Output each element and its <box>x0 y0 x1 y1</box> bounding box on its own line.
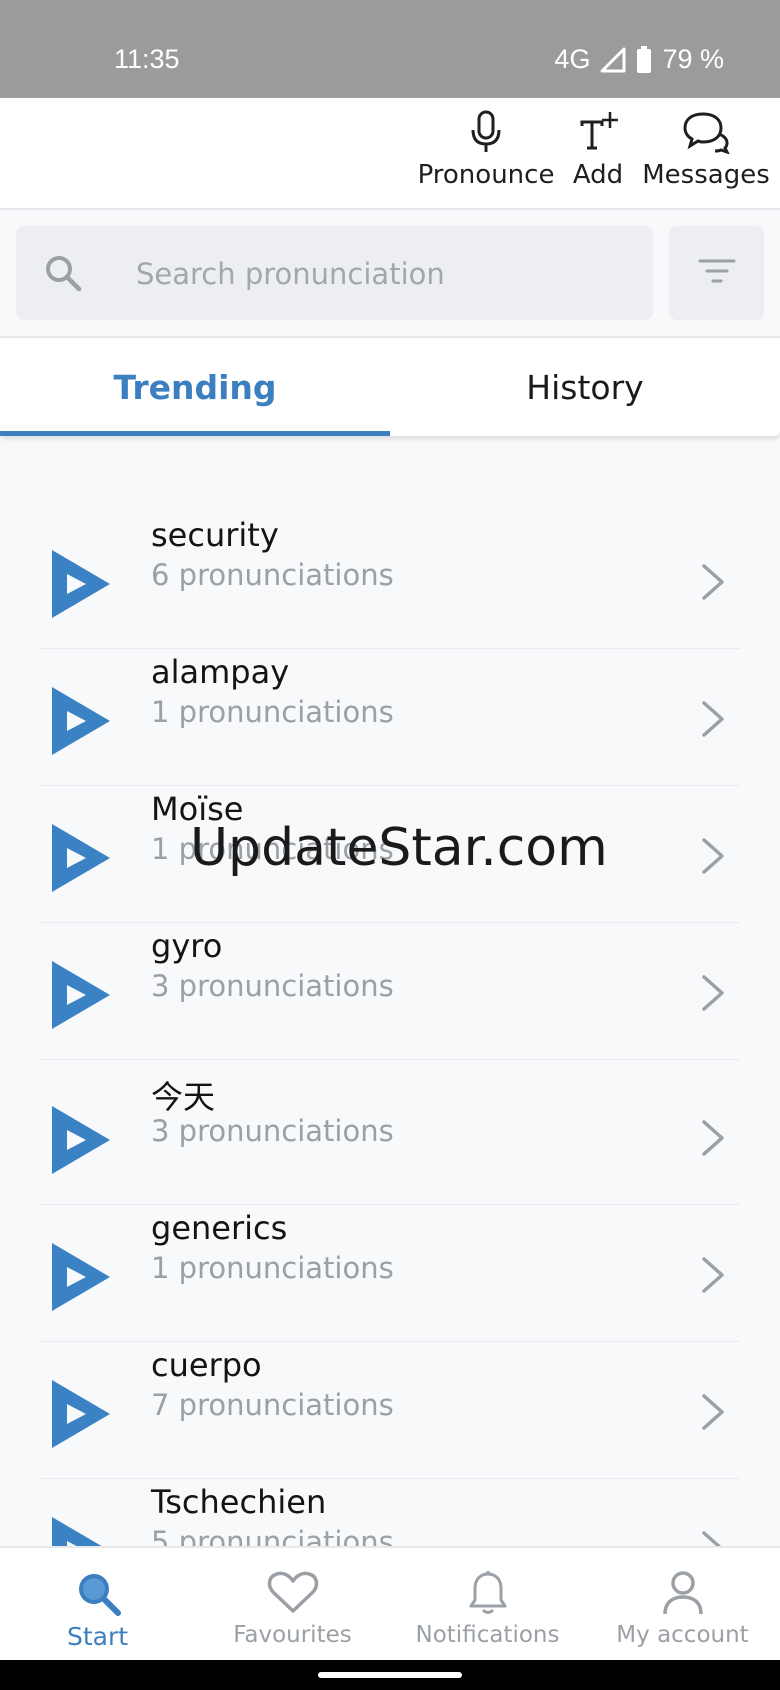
word-label: generics <box>151 1209 288 1247</box>
user-icon <box>661 1566 705 1620</box>
home-gesture-handle[interactable] <box>318 1672 462 1678</box>
word-label: security <box>151 516 279 554</box>
pronunciation-count: 1 pronunciations <box>151 695 394 729</box>
status-bar: 11:35 4G 79 % <box>0 0 780 98</box>
chevron-right-icon <box>700 1256 726 1298</box>
word-label: cuerpo <box>151 1346 262 1384</box>
nav-my-account[interactable]: My account <box>585 1548 780 1662</box>
word-label: Tschechien <box>151 1483 327 1521</box>
list-item[interactable]: alampay 1 pronunciations <box>40 649 740 786</box>
active-tab-indicator <box>0 431 390 436</box>
add-button[interactable]: Add <box>568 108 628 204</box>
word-label: gyro <box>151 927 223 965</box>
battery-icon <box>636 45 652 74</box>
pronunciation-count: 7 pronunciations <box>151 1388 394 1422</box>
play-icon[interactable] <box>48 1239 114 1319</box>
word-label: Moïse <box>151 790 244 828</box>
search-input[interactable] <box>134 226 638 322</box>
messages-label: Messages <box>642 160 770 190</box>
bell-icon <box>468 1566 508 1620</box>
nav-favourites[interactable]: Favourites <box>195 1548 390 1662</box>
chevron-right-icon <box>700 974 726 1016</box>
add-label: Add <box>572 160 624 190</box>
nav-favourites-label: Favourites <box>233 1622 352 1648</box>
chevron-right-icon <box>700 563 726 605</box>
play-icon[interactable] <box>48 546 114 626</box>
word-label: alampay <box>151 653 290 691</box>
chat-bubbles-icon <box>681 108 731 156</box>
status-time: 11:35 <box>114 44 180 74</box>
chevron-right-icon <box>700 700 726 742</box>
pronunciation-count: 6 pronunciations <box>151 558 394 592</box>
network-type: 4G <box>554 44 591 74</box>
heart-icon <box>267 1566 319 1620</box>
word-label: 今天 <box>151 1078 216 1116</box>
pronunciation-count: 3 pronunciations <box>151 969 394 1003</box>
chevron-right-icon <box>700 1119 726 1161</box>
play-icon[interactable] <box>48 683 114 763</box>
add-text-icon <box>576 108 620 156</box>
app-header: Pronounce Add Messages <box>0 98 780 210</box>
list-item[interactable]: security 6 pronunciations <box>40 512 740 649</box>
nav-my-account-label: My account <box>616 1622 749 1648</box>
bottom-nav: Start Favourites Notifications My accoun… <box>0 1546 780 1662</box>
system-gesture-bar <box>0 1660 780 1690</box>
battery-level: 79 % <box>662 44 724 74</box>
microphone-icon <box>469 108 503 156</box>
signal-icon <box>600 47 626 73</box>
list-item[interactable]: 今天 3 pronunciations <box>40 1060 740 1205</box>
nav-start-label: Start <box>66 1622 129 1651</box>
messages-button[interactable]: Messages <box>642 108 770 204</box>
list-item[interactable]: Moïse 1 pronunciations <box>40 786 740 923</box>
filter-button[interactable] <box>669 226 764 320</box>
list-item[interactable]: generics 1 pronunciations <box>40 1205 740 1342</box>
play-icon[interactable] <box>48 1376 114 1456</box>
filter-icon <box>698 257 736 289</box>
chevron-right-icon <box>700 837 726 879</box>
tab-bar: Trending History <box>0 336 780 436</box>
list-item[interactable]: gyro 3 pronunciations <box>40 923 740 1060</box>
play-icon[interactable] <box>48 1102 114 1182</box>
tab-history[interactable]: History <box>390 338 780 436</box>
pronounce-label: Pronounce <box>417 160 555 190</box>
search-icon <box>74 1566 122 1620</box>
play-icon[interactable] <box>48 957 114 1037</box>
pronounce-button[interactable]: Pronounce <box>417 108 555 204</box>
nav-notifications[interactable]: Notifications <box>390 1548 585 1662</box>
tab-trending-label: Trending <box>113 367 277 407</box>
tab-history-label: History <box>526 367 644 407</box>
search-icon <box>44 254 82 296</box>
status-indicators: 4G 79 % <box>554 44 724 75</box>
pronunciation-count: 3 pronunciations <box>151 1114 394 1148</box>
pronunciation-count: 1 pronunciations <box>151 1251 394 1285</box>
search-bar[interactable] <box>16 226 653 322</box>
list-item[interactable]: cuerpo 7 pronunciations <box>40 1342 740 1479</box>
tab-trending[interactable]: Trending <box>0 338 390 436</box>
nav-notifications-label: Notifications <box>415 1622 560 1648</box>
chevron-right-icon <box>700 1393 726 1435</box>
pronunciation-count: 1 pronunciations <box>151 832 394 866</box>
nav-start[interactable]: Start <box>0 1548 195 1662</box>
play-icon[interactable] <box>48 820 114 900</box>
